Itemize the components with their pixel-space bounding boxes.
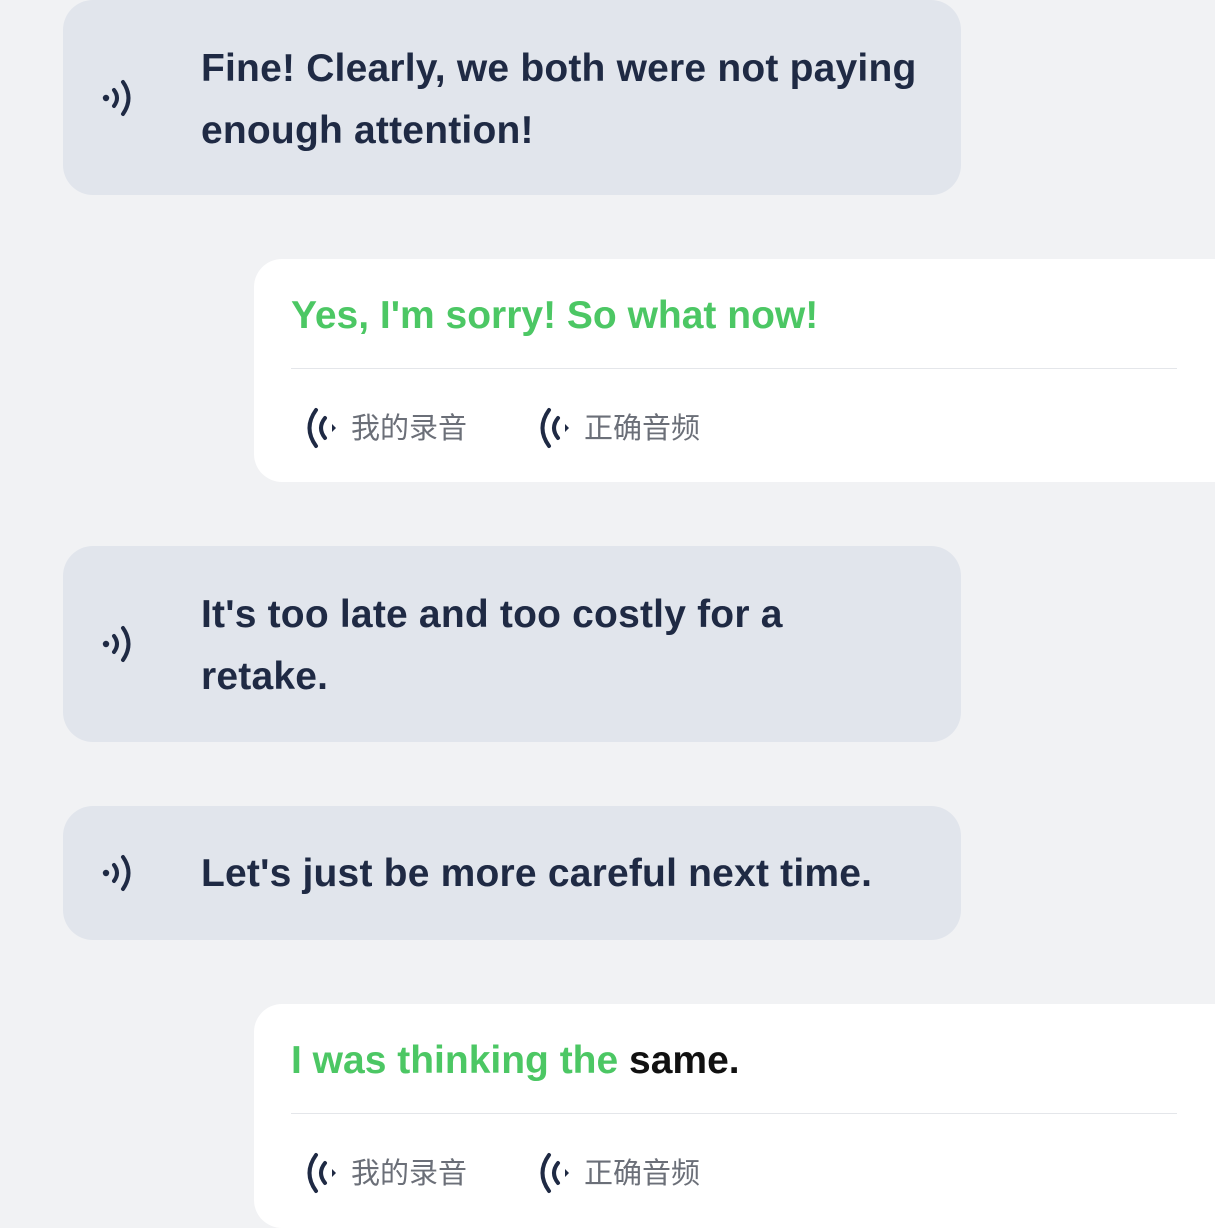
- broadcast-icon: [307, 408, 336, 448]
- prompt-bubble: Fine! Clearly, we both were not paying e…: [63, 0, 961, 195]
- broadcast-icon: [540, 1153, 569, 1193]
- prompt-text: It's too late and too costly for a retak…: [201, 593, 783, 698]
- correct-segment: I was thinking the: [291, 1039, 630, 1082]
- speaker-icon[interactable]: [101, 620, 141, 668]
- broadcast-icon: [307, 1153, 336, 1193]
- prompt-text: Fine! Clearly, we both were not paying e…: [201, 47, 917, 152]
- reply-sentence: I was thinking the same.: [291, 1036, 740, 1086]
- correct-audio-label: 正确音频: [584, 1156, 701, 1190]
- my-recording-button[interactable]: 我的录音: [301, 404, 467, 452]
- reply-card: I was thinking the same. 我的录音 正确音频: [254, 1004, 1215, 1228]
- prompt-bubble: It's too late and too costly for a retak…: [63, 546, 961, 742]
- my-recording-label: 我的录音: [351, 1156, 468, 1190]
- correct-audio-label: 正确音频: [584, 411, 701, 445]
- reply-sentence: Yes, I'm sorry! So what now!: [291, 291, 818, 341]
- broadcast-icon: [540, 408, 569, 448]
- speaker-icon[interactable]: [101, 74, 141, 122]
- correct-segment: Yes, I'm sorry! So what now!: [291, 294, 819, 337]
- divider: [291, 1113, 1177, 1114]
- reply-card: Yes, I'm sorry! So what now! 我的录音 正确音频: [254, 259, 1215, 482]
- incorrect-segment: same.: [629, 1039, 740, 1082]
- my-recording-button[interactable]: 我的录音: [301, 1149, 467, 1197]
- prompt-bubble: Let's just be more careful next time.: [63, 806, 961, 940]
- divider: [291, 368, 1177, 369]
- speaker-icon[interactable]: [101, 849, 141, 897]
- my-recording-label: 我的录音: [351, 411, 468, 445]
- prompt-text: Let's just be more careful next time.: [201, 852, 873, 895]
- correct-audio-button[interactable]: 正确音频: [534, 404, 700, 452]
- conversation-page: Fine! Clearly, we both were not paying e…: [0, 0, 1215, 1228]
- correct-audio-button[interactable]: 正确音频: [534, 1149, 700, 1197]
